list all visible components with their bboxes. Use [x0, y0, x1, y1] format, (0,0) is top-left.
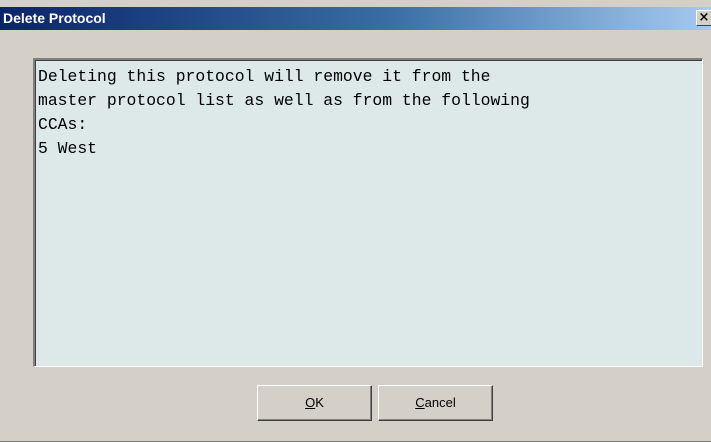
message-box: Deleting this protocol will remove it fr…: [33, 58, 703, 367]
message-line: CCAs:: [38, 115, 88, 134]
ok-label-rest: K: [315, 395, 324, 410]
cancel-button[interactable]: Cancel: [378, 385, 493, 421]
message-text: Deleting this protocol will remove it fr…: [38, 65, 698, 161]
message-line: master protocol list as well as from the…: [38, 91, 530, 110]
ok-mnemonic: O: [305, 395, 316, 410]
delete-protocol-dialog: Delete Protocol × Deleting this protocol…: [0, 0, 711, 442]
message-line: 5 West: [38, 139, 98, 158]
message-line: Deleting this protocol will remove it fr…: [38, 67, 491, 86]
cancel-label-rest: ancel: [424, 395, 456, 410]
close-icon[interactable]: ×: [696, 10, 711, 26]
dialog-title: Delete Protocol: [3, 10, 106, 26]
ok-button[interactable]: OK: [257, 385, 372, 421]
cancel-mnemonic: C: [415, 395, 425, 410]
title-bar[interactable]: Delete Protocol ×: [0, 7, 711, 30]
